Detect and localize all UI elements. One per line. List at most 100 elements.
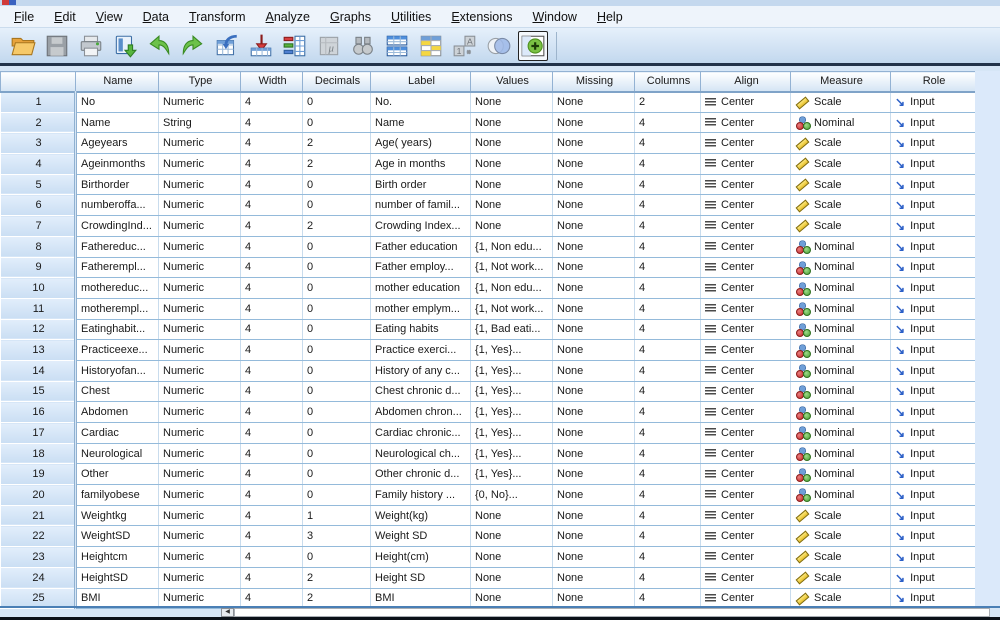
cell-role[interactable]: Input [890, 381, 976, 403]
cell-role[interactable]: Input [890, 484, 976, 506]
cell-name[interactable]: Heightcm [75, 546, 159, 568]
cell-decimals[interactable]: 2 [302, 132, 371, 155]
cell-type[interactable]: Numeric [158, 174, 241, 196]
cell-width[interactable]: 4 [240, 525, 303, 548]
cell-decimals[interactable]: 0 [302, 194, 371, 217]
cell-type[interactable]: Numeric [158, 463, 241, 486]
cell-label[interactable]: Chest chronic d... [370, 381, 471, 403]
cell-columns[interactable]: 4 [634, 112, 701, 134]
cell-role[interactable]: Input [890, 174, 976, 196]
cell-missing[interactable]: None [552, 422, 635, 444]
cell-type[interactable]: Numeric [158, 194, 241, 217]
column-header[interactable]: Type [158, 71, 241, 93]
cell-width[interactable]: 4 [240, 360, 303, 382]
cell-name[interactable]: Historyofan... [75, 360, 159, 382]
cell-missing[interactable]: None [552, 525, 635, 548]
cell-values[interactable]: None [470, 215, 553, 237]
cell-role[interactable]: Input [890, 298, 976, 320]
cell-measure[interactable]: Scale [790, 91, 891, 113]
cell-decimals[interactable]: 0 [302, 360, 371, 382]
cell-decimals[interactable]: 0 [302, 319, 371, 341]
cell-name[interactable]: familyobese [75, 484, 159, 506]
row-number[interactable]: 4 [0, 153, 77, 175]
goto-variable-icon[interactable] [246, 31, 276, 61]
cell-decimals[interactable]: 1 [302, 505, 371, 527]
cell-width[interactable]: 4 [240, 463, 303, 486]
cell-type[interactable]: Numeric [158, 132, 241, 155]
cell-measure[interactable]: Nominal [790, 443, 891, 465]
cell-width[interactable]: 4 [240, 319, 303, 341]
cell-role[interactable]: Input [890, 153, 976, 175]
cell-name[interactable]: HeightSD [75, 567, 159, 589]
cell-columns[interactable]: 4 [634, 257, 701, 279]
cell-values[interactable]: {1, Bad eati... [470, 319, 553, 341]
cell-name[interactable]: Practiceexe... [75, 339, 159, 361]
cell-measure[interactable]: Nominal [790, 112, 891, 134]
column-header[interactable]: Name [75, 71, 159, 93]
cell-missing[interactable]: None [552, 277, 635, 299]
cell-columns[interactable]: 4 [634, 194, 701, 217]
cell-label[interactable]: Neurological ch... [370, 443, 471, 465]
cell-align[interactable]: Center [700, 153, 791, 175]
row-number[interactable]: 16 [0, 401, 77, 423]
split-file-icon[interactable] [382, 31, 412, 61]
cell-type[interactable]: Numeric [158, 360, 241, 382]
cell-decimals[interactable]: 0 [302, 174, 371, 196]
cell-width[interactable]: 4 [240, 257, 303, 279]
cell-role[interactable]: Input [890, 401, 976, 423]
cell-values[interactable]: {1, Yes}... [470, 463, 553, 486]
menu-item[interactable]: Graphs [320, 7, 381, 27]
cell-name[interactable]: Ageinmonths [75, 153, 159, 175]
cell-label[interactable]: Abdomen chron... [370, 401, 471, 423]
cell-missing[interactable]: None [552, 484, 635, 506]
cell-name[interactable]: Neurological [75, 443, 159, 465]
cell-values[interactable]: None [470, 505, 553, 527]
cell-label[interactable]: Name [370, 112, 471, 134]
cell-role[interactable]: Input [890, 525, 976, 548]
cell-missing[interactable]: None [552, 567, 635, 589]
cell-align[interactable]: Center [700, 505, 791, 527]
cell-label[interactable]: Birth order [370, 174, 471, 196]
cell-width[interactable]: 4 [240, 215, 303, 237]
column-header[interactable]: Values [470, 71, 553, 93]
cell-measure[interactable]: Nominal [790, 339, 891, 361]
cell-role[interactable]: Input [890, 463, 976, 486]
cell-label[interactable]: Height(cm) [370, 546, 471, 568]
cell-label[interactable]: Weight(kg) [370, 505, 471, 527]
cell-columns[interactable]: 4 [634, 174, 701, 196]
cell-type[interactable]: Numeric [158, 277, 241, 299]
cell-align[interactable]: Center [700, 443, 791, 465]
column-header[interactable]: Role [890, 71, 976, 93]
cell-values[interactable]: {0, No}... [470, 484, 553, 506]
menu-item[interactable]: View [86, 7, 133, 27]
cell-label[interactable]: Father education [370, 236, 471, 258]
cell-align[interactable]: Center [700, 132, 791, 155]
cell-align[interactable]: Center [700, 112, 791, 134]
cell-role[interactable]: Input [890, 546, 976, 568]
cell-columns[interactable]: 4 [634, 443, 701, 465]
cell-measure[interactable]: Nominal [790, 381, 891, 403]
cell-values[interactable]: {1, Yes}... [470, 422, 553, 444]
menu-item[interactable]: Transform [179, 7, 256, 27]
cell-values[interactable]: None [470, 174, 553, 196]
cell-decimals[interactable]: 0 [302, 422, 371, 444]
cell-columns[interactable]: 4 [634, 215, 701, 237]
row-number[interactable]: 10 [0, 277, 77, 299]
cell-align[interactable]: Center [700, 174, 791, 196]
cell-missing[interactable]: None [552, 546, 635, 568]
cell-columns[interactable]: 4 [634, 381, 701, 403]
column-header[interactable]: Align [700, 71, 791, 93]
cell-measure[interactable]: Nominal [790, 401, 891, 423]
cell-role[interactable]: Input [890, 277, 976, 299]
cell-name[interactable]: Cardiac [75, 422, 159, 444]
horizontal-scrollbar[interactable]: ◀ [0, 608, 1000, 617]
cell-role[interactable]: Input [890, 505, 976, 527]
cell-align[interactable]: Center [700, 381, 791, 403]
cell-measure[interactable]: Scale [790, 153, 891, 175]
cell-values[interactable]: None [470, 567, 553, 589]
row-number[interactable]: 1 [0, 91, 77, 113]
column-header[interactable]: Decimals [302, 71, 371, 93]
cell-width[interactable]: 4 [240, 132, 303, 155]
cell-align[interactable]: Center [700, 401, 791, 423]
cell-label[interactable]: Age( years) [370, 132, 471, 155]
